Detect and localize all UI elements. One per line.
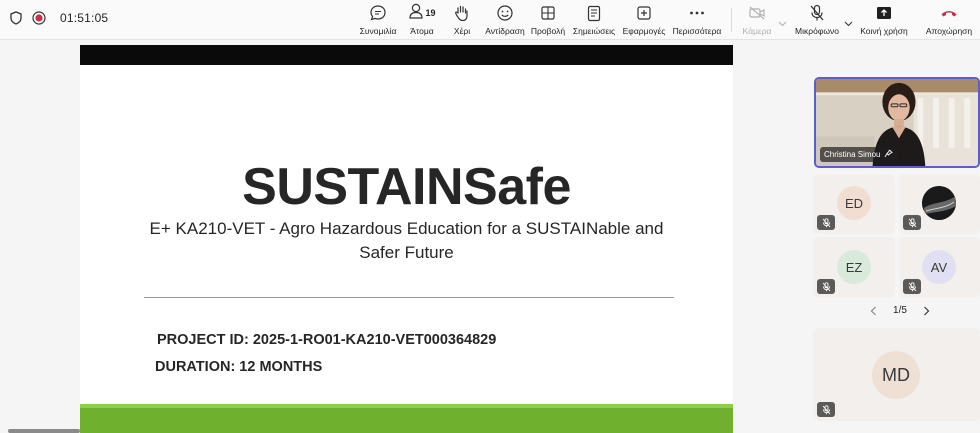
hand-icon [454,4,470,22]
notes-button[interactable]: Σημειώσεις [571,4,617,38]
camera-button[interactable]: Κάμερα [740,4,774,38]
chevron-left-icon[interactable] [870,306,877,316]
avatar-initials: AV [930,259,948,275]
hang-up-icon [940,4,958,22]
shared-slide: SUSTAINSafe E+ KA210-VET - Agro Hazardou… [80,45,733,433]
more-label: Περισσότερα [672,26,722,36]
tile-pager: 1/5 [870,305,930,316]
chat-button[interactable]: Συνομιλία [357,4,399,38]
slide-divider [144,297,674,298]
smile-icon [496,4,514,22]
mic-off-icon [817,402,835,417]
slide-footer-highlight [80,404,733,408]
avatar-initials: EZ [845,259,863,275]
mic-off-icon [903,215,921,230]
notes-icon [587,4,601,22]
chat-icon [369,4,387,22]
chat-label: Συνομιλία [359,26,397,36]
mic-button[interactable]: Μικρόφωνο [793,4,841,38]
participant-name-tag: Christina Simou [820,147,898,162]
participant-name: Christina Simou [824,150,881,159]
avatar-image [922,186,956,220]
avatar: AV [922,250,956,284]
mic-off-icon [817,279,835,294]
slide-duration: DURATION: 12 MONTHS [155,359,323,375]
slide-footer-bar [80,404,733,433]
avatar-initials: ED [844,195,864,211]
participant-tile[interactable]: EZ [813,237,895,298]
meeting-timer: 01:51:05 [60,11,109,25]
avatar-initials: MD [882,364,910,385]
react-label: Αντίδραση [485,26,525,36]
avatar: MD [872,351,920,399]
view-label: Προβολή [530,26,566,36]
horizontal-scrollbar[interactable] [8,429,80,433]
shield-icon [10,11,22,25]
participant-tile[interactable] [899,174,980,234]
people-icon [408,2,424,25]
avatar: EZ [837,250,871,284]
apps-button[interactable]: Εφαρμογές [621,4,667,38]
avatar [922,186,956,220]
share-screen-icon [876,4,892,22]
share-button[interactable]: Κοινή χρήση [858,4,910,38]
people-count: 19 [425,8,436,18]
participant-tile[interactable]: AV [899,237,980,298]
mic-label: Μικρόφωνο [795,26,839,36]
slide-project-id: PROJECT ID: 2025-1-RO01-KA210-VET0003648… [157,332,497,348]
camera-off-icon [748,4,766,22]
people-label: Άτομα [410,26,434,36]
meeting-status: 01:51:05 [10,11,108,25]
add-app-icon [636,4,652,22]
apps-label: Εφαρμογές [622,26,666,36]
slide-top-bar [80,45,733,65]
meeting-stage: SUSTAINSafe E+ KA210-VET - Agro Hazardou… [0,41,980,433]
people-button[interactable]: 19 Άτομα [405,2,439,38]
raise-hand-label: Χέρι [453,26,471,36]
leave-label: Αποχώρηση [925,26,973,36]
notes-label: Σημειώσεις [572,26,616,36]
raise-hand-button[interactable]: Χέρι [448,4,476,38]
pager-label: 1/5 [893,305,907,316]
mic-off-icon [809,4,825,22]
react-button[interactable]: Αντίδραση [482,4,528,38]
recording-icon [32,11,46,25]
avatar: ED [837,186,871,220]
camera-label: Κάμερα [742,26,772,36]
participant-tile[interactable]: ED [813,174,895,234]
more-icon [689,4,705,22]
participant-tile-main[interactable]: Christina Simou [814,77,980,168]
mic-off-icon [903,279,921,294]
mic-off-icon [817,215,835,230]
chevron-down-icon[interactable] [844,14,853,32]
chevron-right-icon[interactable] [923,306,930,316]
slide-subtitle: E+ KA210-VET - Agro Hazardous Education … [149,219,664,262]
participant-tile[interactable]: MD [813,328,980,421]
pin-icon[interactable] [884,149,894,160]
toolbar-divider [731,8,732,32]
grid-icon [540,4,556,22]
chevron-down-icon[interactable] [778,14,787,32]
leave-button[interactable]: Αποχώρηση [924,4,974,38]
share-label: Κοινή χρήση [860,26,908,36]
more-button[interactable]: Περισσότερα [670,4,724,38]
meeting-toolbar: 01:51:05 Συνομιλία 19 Άτομα Χέρι Αντίδρα… [0,0,980,40]
view-button[interactable]: Προβολή [529,4,567,38]
slide-title: SUSTAINSafe [242,158,571,216]
